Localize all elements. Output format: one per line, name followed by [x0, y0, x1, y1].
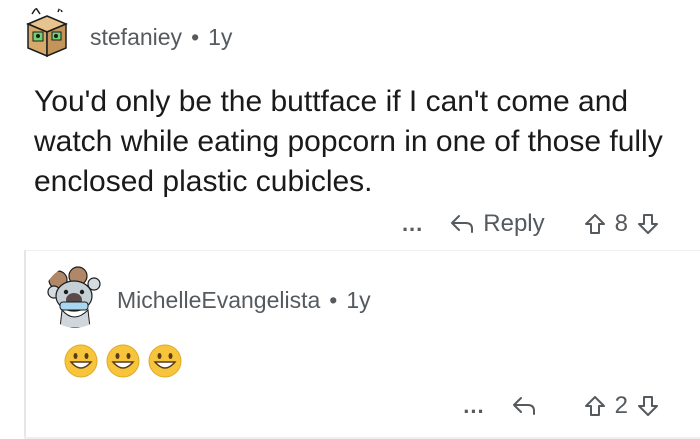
comment-meta: MichelleEvangelista • 1y	[117, 287, 371, 314]
meta-separator: •	[329, 287, 338, 313]
vote-count: 8	[614, 210, 628, 237]
grinning-face-icon	[64, 344, 98, 378]
cardboard-box-avatar-icon[interactable]	[18, 6, 76, 64]
comment-body-emojis	[64, 344, 190, 378]
comment-meta: stefaniey • 1y	[90, 24, 232, 51]
username[interactable]: stefaniey	[90, 24, 182, 51]
thread-divider	[24, 250, 700, 251]
grinning-face-icon	[148, 344, 182, 378]
downvote-icon[interactable]	[636, 394, 660, 418]
vote-controls: 2	[583, 392, 660, 420]
vote-count: 2	[614, 392, 628, 419]
meta-separator: •	[191, 24, 200, 50]
more-options-button[interactable]: ...	[463, 393, 484, 419]
grinning-face-icon	[106, 344, 140, 378]
vote-controls: 8	[583, 210, 660, 238]
thread-line[interactable]	[24, 250, 26, 439]
comment-age: 1y	[208, 24, 233, 50]
reply-button[interactable]	[511, 395, 545, 417]
reply-button[interactable]: Reply	[449, 210, 545, 238]
comment-actions: ... 2	[463, 386, 660, 426]
upvote-icon[interactable]	[583, 394, 607, 418]
comment-actions: ... Reply 8	[402, 204, 660, 244]
comment-stefaniey: stefaniey • 1y You'd only be the buttfac…	[0, 0, 700, 250]
downvote-icon[interactable]	[636, 212, 660, 236]
reply-arrow-icon	[451, 215, 474, 233]
upvote-icon[interactable]	[583, 212, 607, 236]
reply-label: Reply	[483, 210, 545, 237]
comment-body: You'd only be the buttface if I can't co…	[34, 85, 663, 198]
koala-avatar-icon[interactable]	[44, 266, 106, 328]
reply-arrow-icon	[512, 397, 535, 415]
more-options-button[interactable]: ...	[402, 211, 423, 237]
comment-age: 1y	[346, 287, 371, 313]
username[interactable]: MichelleEvangelista	[117, 287, 320, 314]
